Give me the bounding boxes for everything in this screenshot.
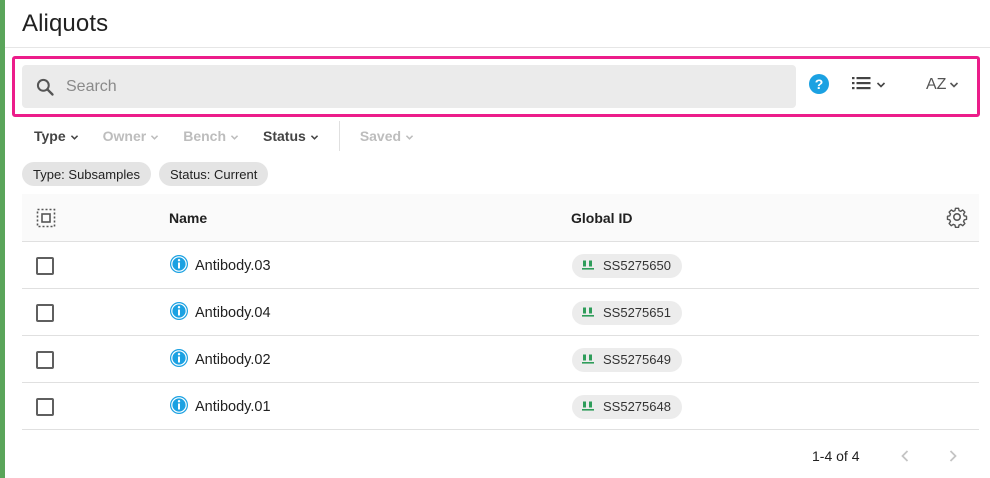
row-checkbox[interactable] [36, 397, 54, 416]
table-row[interactable]: Antibody.04 SS5275651 [22, 289, 979, 336]
page-title: Aliquots [22, 10, 109, 37]
search-icon [34, 76, 56, 98]
filter-label: Type [34, 128, 66, 144]
results-table: Name Global ID Antibody.03 SS5275650 Ant… [22, 194, 979, 430]
info-icon[interactable] [169, 348, 189, 372]
chevron-down-icon [150, 128, 159, 144]
info-icon[interactable] [169, 395, 189, 419]
view-mode-button[interactable] [852, 74, 886, 96]
chevron-right-icon[interactable] [943, 446, 963, 466]
row-name[interactable]: Antibody.01 [195, 399, 271, 415]
filter-bar: Type Owner Bench Status Saved [22, 121, 426, 151]
subsample-icon [582, 258, 594, 273]
gear-icon [946, 206, 968, 231]
global-id-chip[interactable]: SS5275648 [572, 394, 682, 419]
chip-status-filter[interactable]: Status: Current [158, 162, 269, 186]
row-checkbox[interactable] [36, 303, 54, 322]
row-global-id-cell: SS5275649 [572, 336, 682, 383]
chevron-down-icon [70, 128, 79, 144]
info-icon[interactable] [169, 301, 189, 325]
chevron-down-icon [310, 128, 319, 144]
subsample-icon [582, 305, 594, 320]
row-name-cell: Antibody.04 [169, 289, 271, 336]
title-divider [5, 47, 990, 48]
global-id-chip[interactable]: SS5275651 [572, 300, 682, 325]
filter-divider [338, 121, 340, 151]
chevron-down-icon [230, 128, 239, 144]
sort-button[interactable]: AZ [926, 74, 959, 96]
sort-label: AZ [926, 76, 947, 93]
table-row[interactable]: Antibody.02 SS5275649 [22, 336, 979, 383]
list-view-icon [852, 76, 872, 95]
filter-owner[interactable]: Owner [91, 122, 172, 150]
filter-type[interactable]: Type [22, 122, 91, 150]
pagination-range: 1-4 of 4 [812, 448, 860, 464]
row-checkbox-cell[interactable] [36, 242, 54, 289]
table-header: Name Global ID [22, 194, 979, 242]
row-global-id-cell: SS5275651 [572, 289, 682, 336]
row-global-id-cell: SS5275648 [572, 383, 682, 430]
search-input[interactable] [66, 77, 766, 96]
global-id-text: SS5275649 [603, 352, 671, 367]
filter-bench[interactable]: Bench [171, 122, 251, 150]
global-id-text: SS5275651 [603, 305, 671, 320]
row-name-cell: Antibody.01 [169, 383, 271, 430]
chevron-left-icon[interactable] [895, 446, 915, 466]
select-all-icon[interactable] [36, 208, 56, 228]
chip-type-filter[interactable]: Type: Subsamples [22, 162, 151, 186]
table-row[interactable]: Antibody.03 SS5275650 [22, 242, 979, 289]
filter-label: Owner [102, 128, 147, 144]
chevron-down-icon [876, 76, 886, 94]
row-checkbox[interactable] [36, 256, 54, 275]
info-icon[interactable] [169, 254, 189, 278]
global-id-text: SS5275648 [603, 399, 671, 414]
filter-label: Saved [359, 128, 402, 144]
row-global-id-cell: SS5275650 [572, 242, 682, 289]
column-header-global-id[interactable]: Global ID [571, 194, 632, 242]
row-name-cell: Antibody.03 [169, 242, 271, 289]
filter-label: Bench [183, 128, 227, 144]
subsample-icon [582, 399, 594, 414]
row-name-cell: Antibody.02 [169, 336, 271, 383]
global-id-chip[interactable]: SS5275650 [572, 253, 682, 278]
global-id-chip[interactable]: SS5275649 [572, 347, 682, 372]
left-accent-bar [0, 0, 5, 478]
filter-status[interactable]: Status [251, 122, 331, 150]
column-settings-button[interactable] [946, 194, 968, 242]
subsample-icon [582, 352, 594, 367]
column-header-name[interactable]: Name [169, 194, 207, 242]
row-name[interactable]: Antibody.04 [195, 305, 271, 321]
chevron-down-icon [949, 76, 959, 94]
row-checkbox[interactable] [36, 350, 54, 369]
row-name[interactable]: Antibody.03 [195, 258, 271, 274]
svg-text:?: ? [815, 76, 824, 92]
table-row[interactable]: Antibody.01 SS5275648 [22, 383, 979, 430]
filter-saved[interactable]: Saved [348, 122, 426, 150]
active-filter-chips: Type: Subsamples Status: Current [22, 162, 269, 186]
select-all-cell[interactable] [36, 194, 56, 242]
search-box[interactable] [22, 65, 796, 108]
help-icon[interactable]: ? [808, 73, 830, 95]
row-name[interactable]: Antibody.02 [195, 352, 271, 368]
row-checkbox-cell[interactable] [36, 336, 54, 383]
global-id-text: SS5275650 [603, 258, 671, 273]
chevron-down-icon [405, 128, 414, 144]
row-checkbox-cell[interactable] [36, 289, 54, 336]
row-checkbox-cell[interactable] [36, 383, 54, 430]
filter-label: Status [263, 128, 306, 144]
